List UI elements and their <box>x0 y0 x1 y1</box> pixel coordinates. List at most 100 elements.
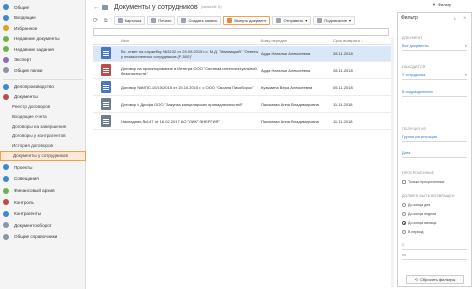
create-record-button[interactable]: Создать запись <box>177 16 222 25</box>
doc-value[interactable]: Все документы <box>402 44 429 48</box>
sidebar-more-6[interactable]: Общие справочники <box>0 232 86 242</box>
pin-icon[interactable]: ⤓ <box>454 15 456 20</box>
period-option[interactable]: До конца недели <box>402 212 436 216</box>
signing-button[interactable]: Подписание ▾ <box>313 16 355 25</box>
filter-toggle[interactable]: ▼ Фильтр <box>432 2 451 7</box>
sidebar-more-5[interactable]: Документооборот <box>0 220 86 230</box>
chevron-down-icon[interactable]: ▾ <box>465 44 467 48</box>
sidebar-item-6[interactable]: Общие папки <box>0 65 86 75</box>
row-to: Пахомова Анна Владимировна <box>261 102 319 107</box>
reset-icon: ⟲ <box>414 277 418 282</box>
document-icon <box>101 98 111 110</box>
row-name: Договор на проектирование в Интегра ООО … <box>121 65 257 76</box>
row-to: Арда Наталья Алексеевна <box>261 68 311 73</box>
table-header: Имя Кому передан Срок возврата ↓ <box>93 37 391 45</box>
sidebar-item-4-icon <box>3 46 9 52</box>
table-row[interactable]: Вх. ответ на служебку №3132 от 29.09.201… <box>93 46 391 62</box>
record-count: (записей: 6) <box>200 5 222 9</box>
period-option[interactable]: До конца дня <box>402 203 430 207</box>
who-value[interactable]: У сотрудника <box>402 73 425 77</box>
sidebar-more-4[interactable]: Контрагенты <box>0 209 86 219</box>
period-option[interactable]: До конца месяца <box>402 221 436 225</box>
sidebar-item-5[interactable]: Эксперт <box>0 55 86 65</box>
row-name: Накладная №147 от 16.02.2017 АО "ЛИК" ЭН… <box>121 119 220 124</box>
row-name: Договор с Дрофа ООО "Закупка канцелярски… <box>121 102 243 107</box>
sidebar-subitem-2[interactable]: Договоры на завершение <box>0 121 86 131</box>
sidebar-item-workflow[interactable]: Делопроизводство <box>0 82 86 92</box>
signing-icon <box>317 18 323 23</box>
close-icon[interactable]: ✕ <box>463 15 466 20</box>
filter-icon: ▼ <box>432 2 436 7</box>
dept-value[interactable]: В подразделении <box>402 90 433 94</box>
date-to-field[interactable] <box>402 259 467 260</box>
table-row[interactable]: Договор №МПС-10/10/2015 от 15.10.2015 г.… <box>93 80 391 96</box>
sidebar-item-label: Договоры на завершение <box>12 123 67 129</box>
divider <box>402 141 467 142</box>
search-input[interactable] <box>93 27 389 36</box>
divider <box>3 78 83 80</box>
sidebar-more-0[interactable]: Проекты <box>0 162 86 172</box>
sidebar-item-6-icon <box>3 67 9 73</box>
col-date[interactable]: Срок возврата ↓ <box>333 38 375 43</box>
card-button[interactable]: Карточка <box>113 16 146 25</box>
scrollbar[interactable] <box>391 37 394 287</box>
table-row[interactable]: Договор с Дрофа ООО "Закупка канцелярски… <box>93 97 391 113</box>
sidebar-subitem-3[interactable]: Договоры у контрагентов <box>0 131 86 141</box>
table-row[interactable]: Накладная №147 от 16.02.2017 АО "ЛИК" ЭН… <box>93 114 391 130</box>
card-icon <box>117 18 123 23</box>
copy-icon[interactable]: ⧉ <box>104 18 108 24</box>
sidebar-more-3[interactable]: Контроль <box>0 197 86 207</box>
sidebar-more-1-icon <box>3 175 9 182</box>
table-row[interactable]: Договор на проектирование в Интегра ООО … <box>93 63 391 79</box>
sidebar-subitem-4[interactable]: История договоров <box>0 141 86 151</box>
sidebar-more-5-icon <box>3 222 9 229</box>
sidebar-item-2[interactable]: Избранное <box>0 23 86 33</box>
sidebar-item-label: Общие папки <box>14 67 43 73</box>
sidebar-more-2-icon <box>3 187 9 194</box>
sidebar-item-label: Общие <box>14 4 30 10</box>
sidebar-item-3-icon <box>3 35 9 42</box>
sidebar-item-label: Эксперт <box>14 57 32 62</box>
row-date: 11.11.2018 <box>333 119 353 124</box>
date-from-field[interactable] <box>402 249 467 250</box>
sidebar-more-6-icon <box>3 233 9 240</box>
print-button[interactable]: Печать <box>147 16 176 25</box>
sidebar-more-1[interactable]: Совещания <box>0 174 86 184</box>
sidebar-subitem-0[interactable]: Реестр договоров <box>0 102 86 112</box>
back-arrow-icon[interactable]: ← <box>93 4 100 11</box>
sidebar-item-0[interactable]: Общие <box>0 2 86 12</box>
sidebar-item-2-icon <box>3 25 9 31</box>
sidebar-more-0-icon <box>3 164 9 171</box>
send-button[interactable]: Отправить ▾ <box>272 16 312 25</box>
sidebar-item-documents[interactable]: Документы <box>0 92 86 102</box>
checkbox-icon <box>402 180 406 184</box>
divider <box>402 79 467 80</box>
row-icon-cell <box>93 98 121 111</box>
print-icon <box>151 18 157 23</box>
overdue-checkbox[interactable]: Только просроченные <box>402 180 445 184</box>
sidebar: Общие Входящие Избранное Недавние документы… <box>0 0 86 289</box>
chevron-down-icon[interactable]: ▾ <box>465 73 467 77</box>
radio-icon <box>402 230 406 234</box>
take-document-button[interactable]: Вынуть документ <box>223 16 271 25</box>
date-value[interactable]: Дата <box>402 151 410 155</box>
reset-filters-button[interactable]: ⟲ Сбросить фильтры <box>406 275 464 284</box>
sidebar-item-1[interactable]: Входящие <box>0 13 86 23</box>
sidebar-subitem-5[interactable]: Документы у сотрудников <box>0 150 86 161</box>
sidebar-more-2[interactable]: Финансовый архив <box>0 186 86 196</box>
divider <box>402 157 467 158</box>
sidebar-item-label: Документы у сотрудников <box>13 153 68 158</box>
sidebar-item-4[interactable]: Недавние задания <box>0 44 86 54</box>
period-option[interactable]: В период <box>402 230 423 234</box>
from-label: С <box>402 243 405 247</box>
document-icon <box>101 81 111 93</box>
refresh-icon[interactable]: ⟳ <box>93 17 98 24</box>
sidebar-item-label: Недавние документы <box>14 36 60 41</box>
sidebar-item-3[interactable]: Недавние документы <box>0 34 86 44</box>
col-name[interactable]: Имя <box>121 38 261 43</box>
received-value[interactable]: Группа регистрации <box>402 135 437 139</box>
row-to: Кузьмина Вера Алексеевна <box>261 85 313 90</box>
col-to[interactable]: Кому передан <box>261 38 333 43</box>
sidebar-subitem-1[interactable]: Входящие счета <box>0 111 86 121</box>
row-icon-cell <box>93 64 121 77</box>
